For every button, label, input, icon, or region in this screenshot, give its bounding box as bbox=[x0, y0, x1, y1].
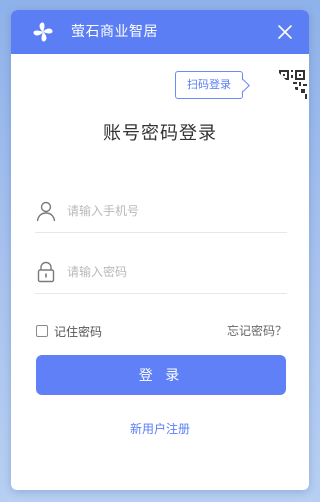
remember-password-checkbox[interactable]: 记住密码 bbox=[36, 323, 102, 339]
title-bar: 萤石商业智居 bbox=[11, 10, 309, 54]
password-input[interactable] bbox=[67, 261, 277, 283]
pinwheel-logo-icon bbox=[33, 22, 53, 42]
qr-login-tooltip[interactable]: 扫码登录 bbox=[175, 71, 243, 99]
forgot-password-link[interactable]: 忘记密码？ bbox=[227, 323, 287, 339]
remember-password-label: 记住密码 bbox=[54, 324, 103, 339]
lock-icon bbox=[37, 261, 55, 283]
register-link[interactable]: 新用户注册 bbox=[11, 420, 309, 437]
checkbox-box[interactable] bbox=[36, 325, 48, 337]
login-button[interactable]: 登 录 bbox=[36, 355, 286, 395]
phone-input[interactable] bbox=[67, 200, 277, 222]
login-heading: 账号密码登录 bbox=[103, 123, 217, 144]
phone-field bbox=[35, 194, 287, 233]
password-field bbox=[35, 255, 287, 294]
qr-code-icon[interactable] bbox=[273, 67, 309, 103]
user-icon bbox=[36, 201, 56, 222]
close-icon[interactable] bbox=[275, 22, 295, 42]
login-window: 萤石商业智居 扫码登录 账号密码登录 请输入手机号 记住密码 忘记密码？ 登 录… bbox=[11, 10, 309, 490]
app-title: 萤石商业智居 bbox=[71, 24, 158, 40]
